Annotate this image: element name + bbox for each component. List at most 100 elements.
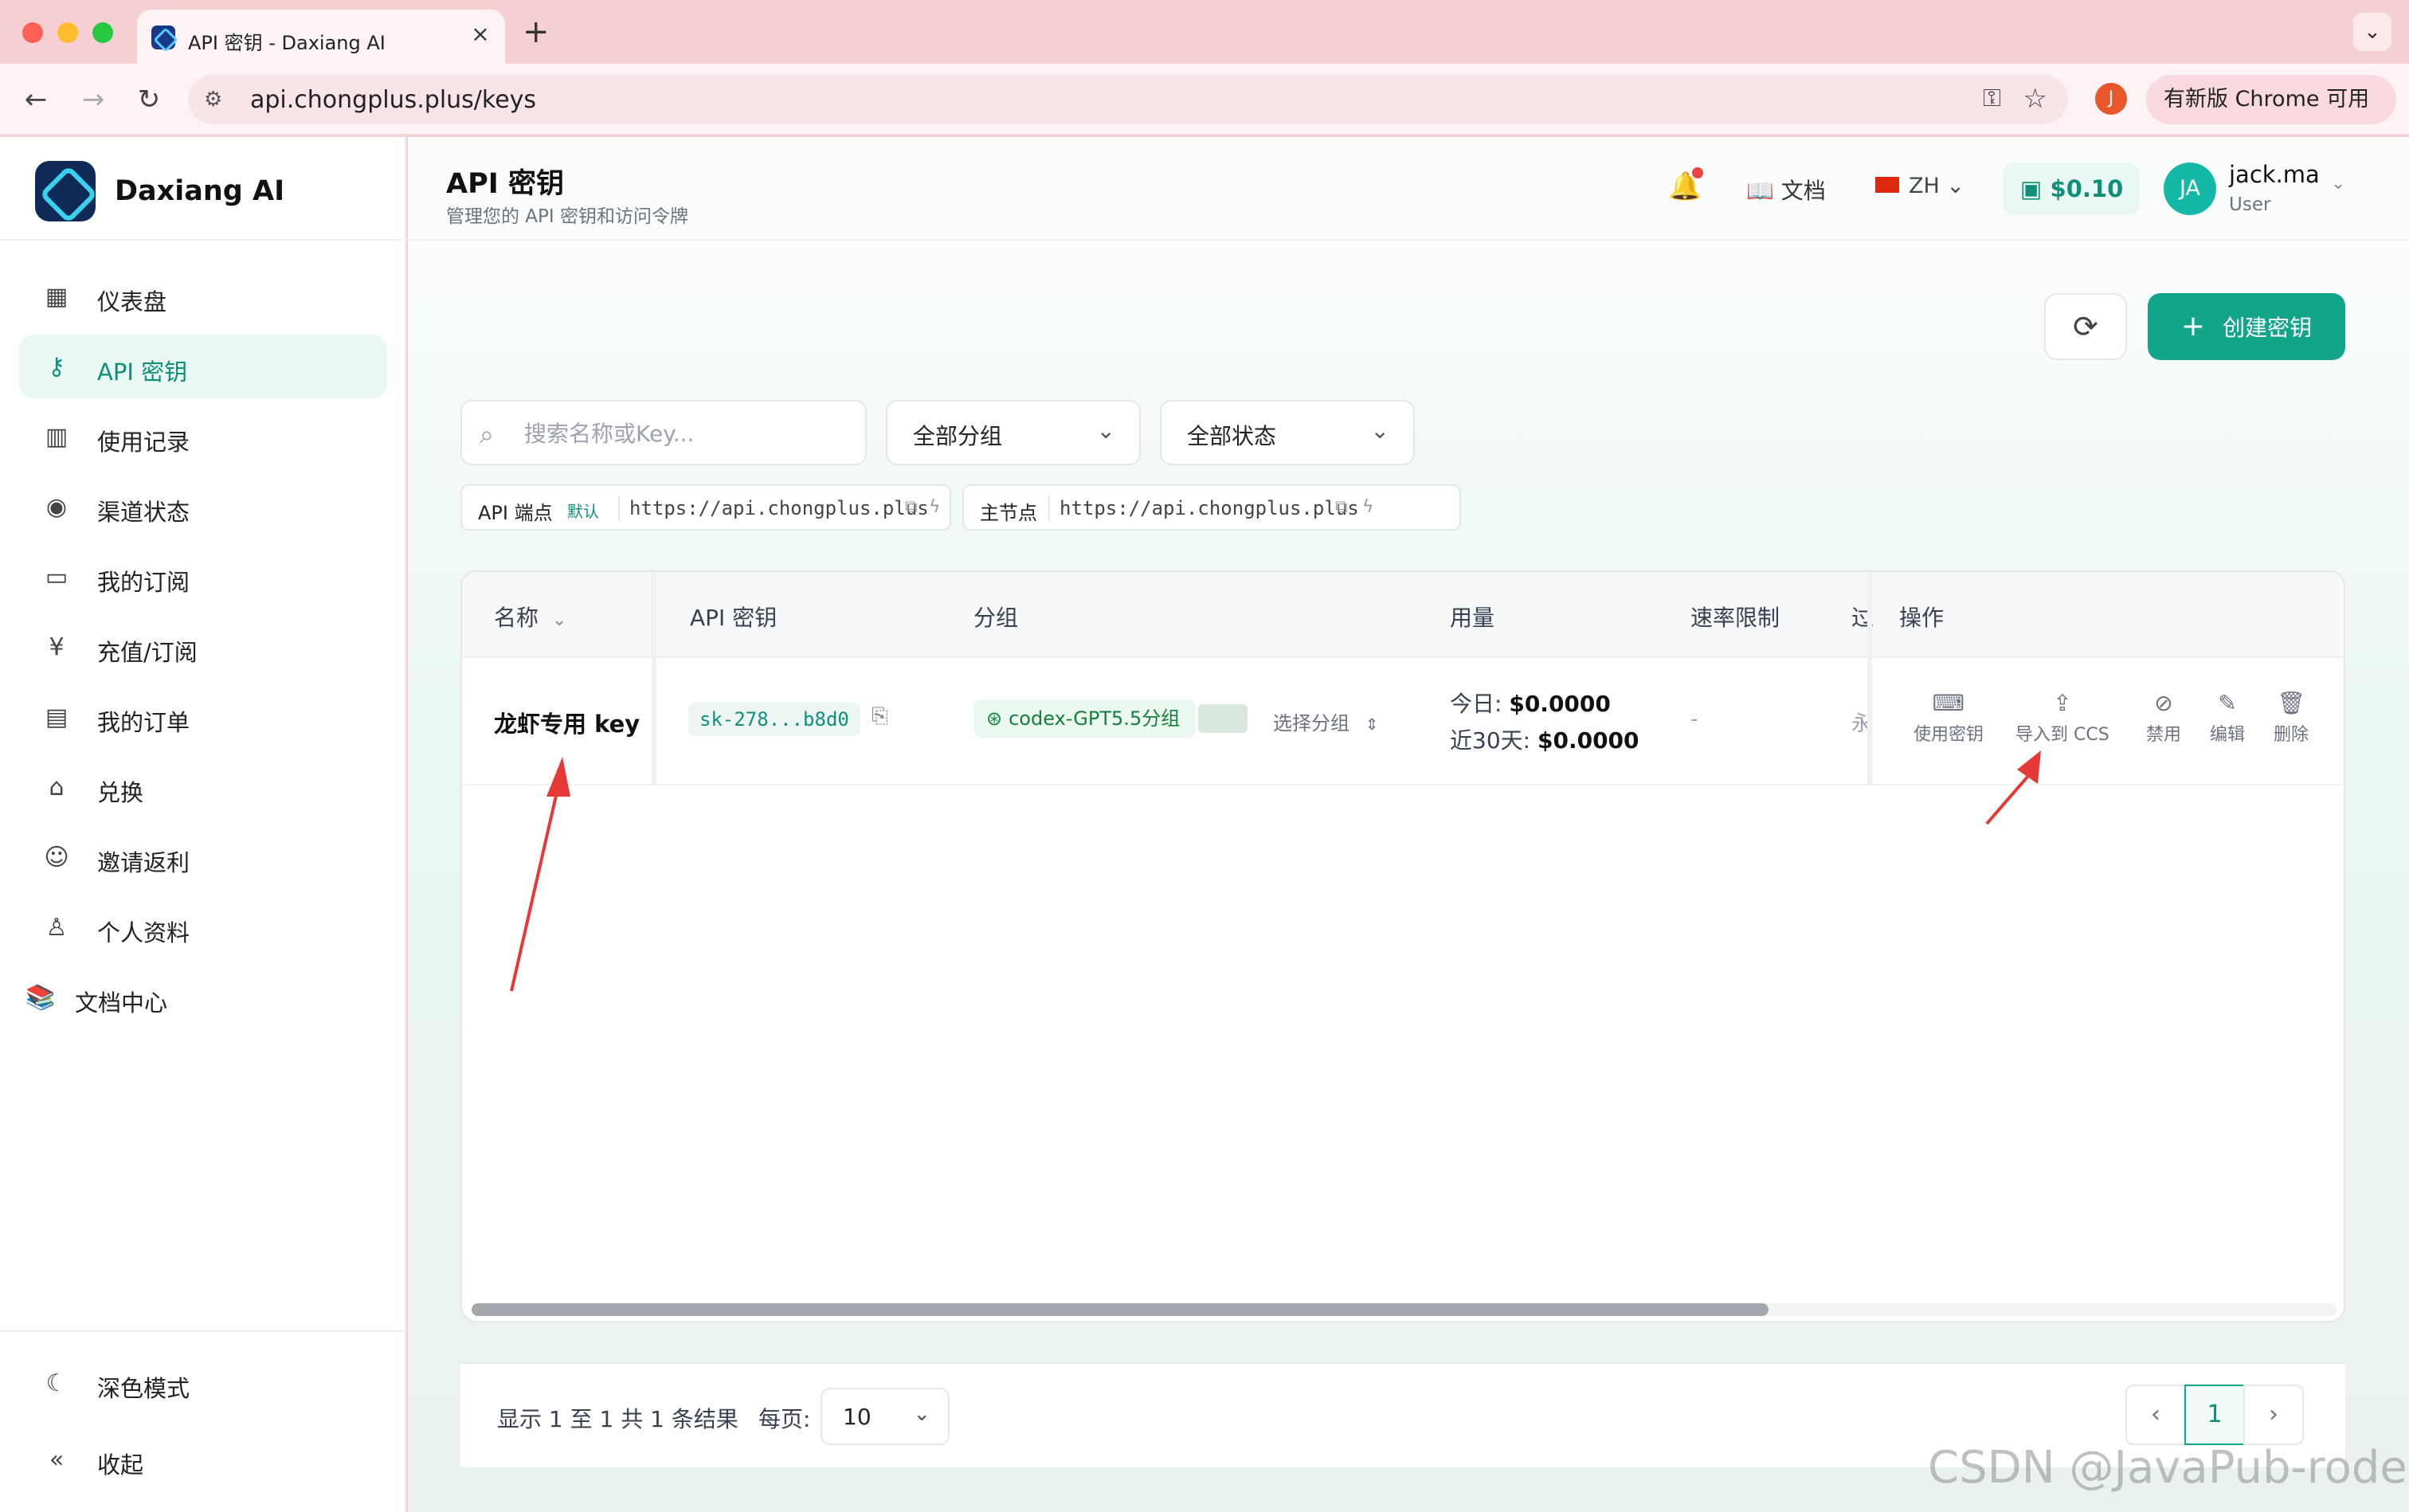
sidebar-item-api-keys[interactable]: ⚷ API 密钥	[19, 335, 387, 398]
copy-icon[interactable]: ⧉	[1335, 497, 1348, 517]
default-badge: 默认	[567, 502, 599, 521]
horizontal-scrollbar-thumb[interactable]	[472, 1303, 1769, 1316]
per-page-select[interactable]: 10 ⌄	[821, 1388, 950, 1445]
chevron-down-icon: ⌄	[913, 1402, 930, 1426]
sidebar-item-redeem[interactable]: ⌂ 兑换	[19, 755, 387, 819]
sidebar-item-subscriptions[interactable]: ▭ 我的订阅	[19, 545, 387, 609]
sidebar-item-recharge[interactable]: ¥ 充值/订阅	[19, 615, 387, 679]
window-close-button[interactable]	[22, 22, 43, 43]
next-page-button[interactable]: ›	[2243, 1385, 2304, 1445]
group-badge: ⊛ codex-GPT5.5分组	[973, 699, 1197, 738]
sidebar-item-channel-status[interactable]: ◉ 渠道状态	[19, 475, 387, 539]
gift-icon: ⌂	[49, 774, 65, 801]
prev-page-button[interactable]: ‹	[2125, 1385, 2186, 1445]
watermark: CSDN @JavaPub-rodert	[1928, 1442, 2409, 1494]
sidebar-menu: ▦ 仪表盘 ⚷ API 密钥 ▥ 使用记录 ◉ 渠道状态 ▭ 我的订阅 ¥ 充值…	[19, 264, 387, 1036]
bar-chart-icon: ▥	[45, 423, 69, 451]
sidebar: Daxiang AI ▦ 仪表盘 ⚷ API 密钥 ▥ 使用记录 ◉ 渠道状态 …	[0, 137, 406, 1512]
api-key-value[interactable]: sk-278...b8d0	[688, 703, 860, 736]
tab-close-icon[interactable]: ×	[467, 21, 494, 48]
chrome-update-button[interactable]: 有新版 Chrome 可用	[2146, 75, 2396, 124]
tab-title: API 密钥 - Daxiang AI	[188, 32, 386, 54]
user-name[interactable]: jack.ma	[2229, 161, 2320, 188]
divider	[618, 496, 620, 521]
sidebar-item-label: 充值/订阅	[97, 639, 198, 666]
chevron-down-icon[interactable]: ⌄	[2331, 174, 2345, 194]
avatar[interactable]: JA	[2164, 163, 2216, 215]
books-icon: 📚	[25, 984, 56, 1012]
search-box[interactable]: ⌕	[460, 400, 867, 465]
address-bar[interactable]: ⚙ api.chongplus.plus/keys ⚿ ☆	[188, 75, 2068, 124]
search-input[interactable]	[524, 416, 851, 451]
endpoint-url: https://api.chongplus.plus	[1060, 497, 1359, 519]
password-key-icon[interactable]: ⚿	[1983, 84, 2001, 112]
sidebar-item-profile[interactable]: ♙ 个人资料	[19, 895, 387, 959]
sidebar-item-usage[interactable]: ▥ 使用记录	[19, 405, 387, 468]
sidebar-item-docs-center[interactable]: 📚 文档中心	[19, 966, 387, 1029]
group-select-dropdown[interactable]: 选择分组 ⇕	[1273, 707, 1378, 735]
balance-badge[interactable]: ▣ $0.10	[2003, 163, 2140, 215]
language-switcher[interactable]: ZH ⌄	[1875, 174, 1964, 198]
refresh-button[interactable]: ⟳	[2044, 293, 2127, 360]
book-icon: 📖	[1746, 178, 1774, 204]
usage-30d: 近30天: $0.0000	[1450, 723, 1639, 755]
refresh-icon: ⟳	[2073, 309, 2098, 344]
wallet-icon: ▣	[2020, 175, 2043, 202]
collapse-sidebar-button[interactable]: « 收起	[19, 1428, 387, 1491]
chevron-down-icon: ⌄	[1946, 174, 1965, 198]
chevron-down-icon: ⌄	[1096, 417, 1115, 444]
sidebar-item-label: 个人资料	[97, 919, 190, 946]
site-info-icon[interactable]: ⚙	[204, 88, 228, 112]
browser-toolbar: ← → ↻ ⚙ api.chongplus.plus/keys ⚿ ☆	[0, 64, 2409, 135]
notification-dot	[1692, 167, 1703, 178]
sidebar-item-label: 邀请返利	[97, 849, 190, 876]
group-filter-value: 全部分组	[913, 423, 1003, 449]
sidebar-item-label: 兑换	[97, 779, 144, 806]
speed-test-icon[interactable]: ϟ	[929, 497, 941, 517]
collapse-icon: «	[49, 1446, 65, 1474]
forward-button[interactable]: →	[75, 81, 112, 118]
group-filter-select[interactable]: 全部分组 ⌄	[886, 400, 1141, 465]
browser-tab[interactable]: API 密钥 - Daxiang AI ×	[137, 10, 505, 64]
main-content: API 密钥 管理您的 API 密钥和访问令牌 🔔 📖 文档 ZH ⌄ ▣ $0…	[408, 137, 2409, 1512]
group-name: codex-GPT5.5分组	[1009, 707, 1181, 730]
sidebar-item-label: API 密钥	[97, 358, 188, 386]
dark-mode-toggle[interactable]: ☾ 深色模式	[19, 1351, 387, 1415]
favicon-icon	[151, 25, 175, 49]
user-role: User	[2229, 194, 2271, 215]
page-title: API 密钥	[446, 168, 564, 200]
url-text[interactable]: api.chongplus.plus/keys	[250, 86, 536, 114]
page-header: API 密钥 管理您的 API 密钥和访问令牌 🔔 📖 文档 ZH ⌄ ▣ $0…	[408, 137, 2409, 241]
back-button[interactable]: ←	[18, 81, 54, 118]
speed-test-icon[interactable]: ϟ	[1362, 497, 1374, 517]
window-zoom-button[interactable]	[92, 22, 113, 43]
status-filter-select[interactable]: 全部状态 ⌄	[1160, 400, 1415, 465]
sidebar-item-referral[interactable]: ☺ 邀请返利	[19, 825, 387, 889]
column-usage: 用量	[1450, 605, 1495, 631]
brand-name: Daxiang AI	[115, 175, 285, 207]
clipboard-icon[interactable]: ⎘	[872, 704, 888, 729]
reload-button[interactable]: ↻	[131, 81, 167, 118]
moon-icon: ☾	[45, 1369, 68, 1397]
usage-30d-label: 近30天:	[1450, 727, 1531, 754]
sticky-column-divider-left	[462, 572, 656, 785]
usage-today-label: 今日:	[1450, 691, 1502, 717]
copy-icon[interactable]: ⧉	[905, 497, 918, 517]
plus-icon: +	[2180, 310, 2206, 343]
bookmark-star-icon[interactable]: ☆	[2023, 83, 2047, 115]
key-icon: ⚷	[48, 353, 65, 381]
sidebar-item-dashboard[interactable]: ▦ 仪表盘	[19, 264, 387, 328]
sidebar-item-orders[interactable]: ▤ 我的订单	[19, 685, 387, 749]
tab-search-button[interactable]: ⌄	[2353, 13, 2391, 51]
updown-chevron-icon: ⇕	[1365, 715, 1379, 734]
per-page-label: 每页:	[758, 1406, 811, 1432]
sidebar-item-label: 渠道状态	[97, 499, 190, 526]
new-tab-button[interactable]: +	[523, 14, 550, 49]
usage-today: 今日: $0.0000	[1450, 687, 1611, 719]
create-key-button[interactable]: + 创建密钥	[2148, 293, 2345, 360]
docs-link[interactable]: 📖 文档	[1746, 174, 1826, 206]
page-1-button[interactable]: 1	[2184, 1385, 2245, 1445]
profile-avatar[interactable]: J	[2095, 83, 2127, 115]
window-minimize-button[interactable]	[57, 22, 78, 43]
status-filter-value: 全部状态	[1187, 423, 1277, 449]
